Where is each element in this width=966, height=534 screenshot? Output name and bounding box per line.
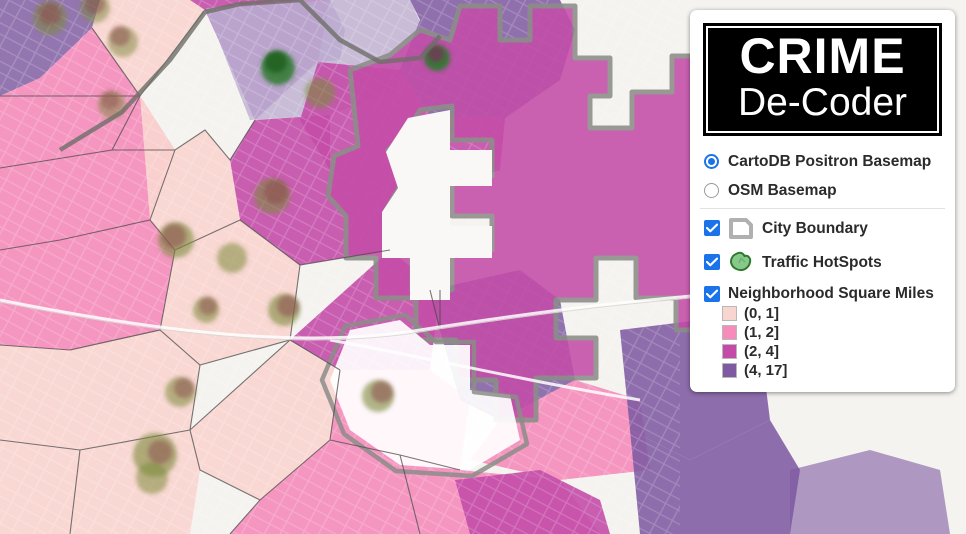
legend-label-3: (4, 17] bbox=[744, 362, 788, 379]
overlay-traffic-hotspots[interactable]: Traffic HotSpots bbox=[700, 245, 945, 279]
radio-selected-icon[interactable] bbox=[704, 154, 719, 169]
legend-swatch-3 bbox=[722, 363, 737, 378]
checkbox-neighborhood-square-miles[interactable] bbox=[704, 285, 720, 302]
overlay-label-traffic-hotspots: Traffic HotSpots bbox=[762, 253, 882, 271]
map-application: CRIME De-Coder CartoDB Positron Basemap … bbox=[0, 0, 966, 534]
legend-list: (0, 1] (1, 2] (2, 4] (4, 17] bbox=[700, 304, 945, 380]
logo-subtitle: De-Coder bbox=[737, 81, 908, 124]
checkbox-traffic-hotspots[interactable] bbox=[704, 254, 720, 270]
overlay-city-boundary[interactable]: City Boundary bbox=[700, 211, 945, 245]
legend-swatch-1 bbox=[722, 325, 737, 340]
panel-divider bbox=[700, 208, 945, 209]
overlay-label-city-boundary: City Boundary bbox=[762, 219, 868, 237]
basemap-label-cartodb: CartoDB Positron Basemap bbox=[728, 153, 932, 170]
city-boundary-polygon-icon bbox=[728, 217, 754, 239]
checkbox-city-boundary[interactable] bbox=[704, 220, 720, 236]
layer-control-panel[interactable]: CRIME De-Coder CartoDB Positron Basemap … bbox=[690, 10, 955, 392]
basemap-label-osm: OSM Basemap bbox=[728, 182, 837, 199]
overlay-label-neighborhood-square-miles: Neighborhood Square Miles bbox=[728, 285, 934, 302]
basemap-option-cartodb[interactable]: CartoDB Positron Basemap bbox=[700, 147, 945, 176]
legend-item: (1, 2] bbox=[722, 323, 945, 342]
legend-item: (4, 17] bbox=[722, 361, 945, 380]
legend-swatch-0 bbox=[722, 306, 737, 321]
legend-label-2: (2, 4] bbox=[744, 343, 780, 360]
legend-item: (0, 1] bbox=[722, 304, 945, 323]
hotspot-blob-icon bbox=[728, 251, 754, 273]
logo-title: CRIME bbox=[739, 28, 906, 84]
legend-label-0: (0, 1] bbox=[744, 305, 780, 322]
legend-swatch-2 bbox=[722, 344, 737, 359]
legend-label-1: (1, 2] bbox=[744, 324, 780, 341]
crime-decoder-logo: CRIME De-Coder bbox=[700, 20, 945, 139]
overlay-neighborhood-square-miles[interactable]: Neighborhood Square Miles bbox=[700, 279, 945, 304]
basemap-option-osm[interactable]: OSM Basemap bbox=[700, 176, 945, 205]
logo-inner-box: CRIME De-Coder bbox=[706, 26, 939, 133]
radio-unselected-icon[interactable] bbox=[704, 183, 719, 198]
legend-item: (2, 4] bbox=[722, 342, 945, 361]
